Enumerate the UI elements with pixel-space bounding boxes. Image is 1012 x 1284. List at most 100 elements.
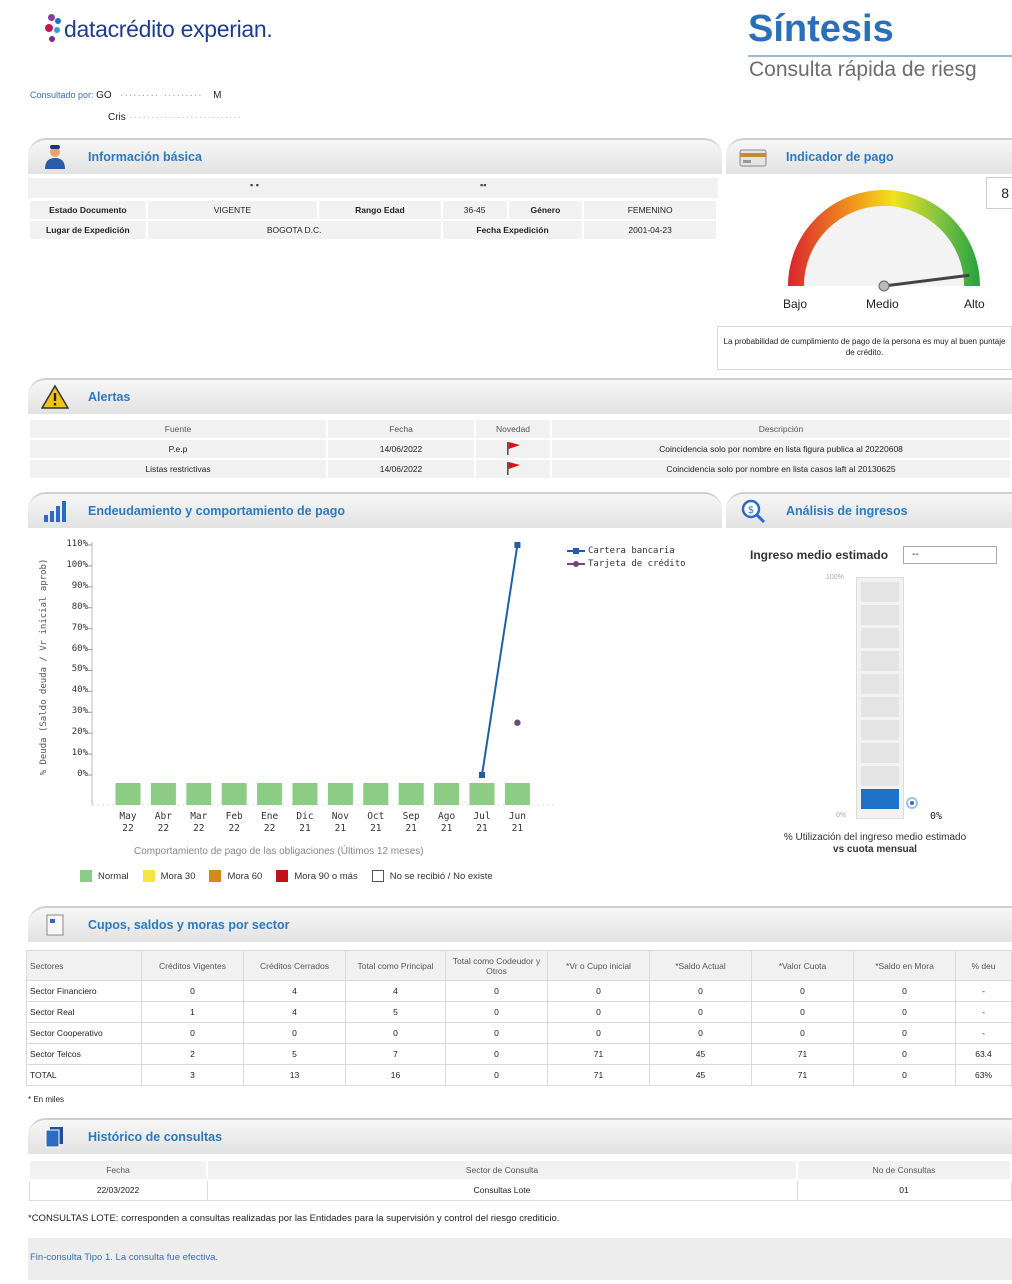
section-title: Indicador de pago bbox=[786, 150, 894, 164]
table-cell: 45 bbox=[649, 1043, 752, 1065]
table-row: Sector Cooperativo 0 0 0 0 0 0 0 0- bbox=[26, 1022, 1012, 1044]
table-cell: 0 bbox=[445, 1022, 548, 1044]
legend-item-cartera: Cartera bancaria bbox=[567, 546, 686, 556]
title-divider bbox=[748, 55, 1012, 57]
indicador-note: La probabilidad de cumplimiento de pago … bbox=[717, 326, 1012, 370]
x-tick-label: Dic 21 bbox=[296, 811, 314, 834]
meter-segment bbox=[861, 766, 899, 786]
table-cell: 71 bbox=[547, 1064, 650, 1086]
table-cell: - bbox=[955, 1001, 1012, 1023]
table-cell: - bbox=[955, 980, 1012, 1002]
historico-note: *CONSULTAS LOTE: corresponden a consulta… bbox=[28, 1213, 560, 1224]
meter-segment bbox=[861, 743, 899, 763]
table-cell: 0 bbox=[853, 1043, 956, 1065]
table-cell: 1 bbox=[141, 1001, 244, 1023]
table-row: TOTAL 3 13 16 0 71 45 71 0 63% bbox=[26, 1064, 1012, 1086]
series-point-tarjeta bbox=[514, 719, 521, 726]
table-cell: 4 bbox=[243, 980, 346, 1002]
x-tick-label: Oct 21 bbox=[367, 811, 385, 834]
table-header: Fecha bbox=[28, 1159, 208, 1181]
table-row: Sectores Créditos Vigentes Créditos Cerr… bbox=[26, 950, 1012, 981]
meter-bottom-label: 0% bbox=[836, 812, 847, 819]
table-cell: 4 bbox=[345, 980, 446, 1002]
table-cell: 0 bbox=[141, 980, 244, 1002]
table-cell: Sector Real bbox=[26, 1001, 142, 1023]
table-row: Sector Financiero 0 4 4 0 0 0 0 0- bbox=[26, 980, 1012, 1002]
legend-swatch bbox=[371, 870, 384, 882]
legend-mora60: Mora 60 bbox=[209, 870, 262, 882]
table-cell: 0 bbox=[751, 1001, 854, 1023]
legend-no-existe: No se recibió / No existe bbox=[371, 870, 493, 882]
series-point-cartera bbox=[514, 542, 521, 548]
meter-marker bbox=[906, 797, 918, 809]
table-cell: 5 bbox=[345, 1001, 446, 1023]
table-cell: 0 bbox=[547, 1022, 650, 1044]
table-header: Total como Codeudor y Otros bbox=[445, 950, 548, 981]
table-cell: 63.4 bbox=[955, 1043, 1012, 1065]
table-cell: 4 bbox=[243, 1001, 346, 1023]
historico-table: Fecha Sector de Consulta No de Consultas… bbox=[28, 1159, 1012, 1201]
meter-segment bbox=[861, 720, 899, 740]
table-cell: Consultas Lote bbox=[206, 1179, 798, 1201]
legend-label: Normal bbox=[98, 870, 129, 882]
behavior-cell bbox=[504, 783, 530, 805]
table-cell: 0 bbox=[141, 1022, 244, 1044]
section-title: Análisis de ingresos bbox=[786, 504, 908, 518]
table-header: Créditos Vigentes bbox=[141, 950, 244, 981]
table-cell: 0 bbox=[547, 1001, 650, 1023]
table-header: *Saldo en Mora bbox=[853, 950, 956, 981]
gauge-label-bajo: Bajo bbox=[783, 297, 808, 311]
table-header: No de Consultas bbox=[796, 1159, 1012, 1181]
table-cell: 0 bbox=[547, 980, 650, 1002]
table-cell: - bbox=[955, 1022, 1012, 1044]
table-row: 22/03/2022 Consultas Lote 01 bbox=[28, 1179, 1012, 1201]
legend-swatch bbox=[142, 870, 155, 882]
table-cell: 0 bbox=[751, 980, 854, 1002]
behavior-cell bbox=[115, 783, 141, 805]
page-title: Síntesis bbox=[748, 8, 894, 50]
section-historico: Histórico de consultas bbox=[28, 1118, 1012, 1154]
table-cell: TOTAL bbox=[26, 1064, 142, 1086]
table-cell: 0 bbox=[751, 1022, 854, 1044]
table-cell: 0 bbox=[649, 1022, 752, 1044]
payment-gauge bbox=[788, 190, 980, 292]
meter-top-label: 100% bbox=[826, 574, 844, 581]
income-meter bbox=[856, 577, 904, 819]
meter-caption-1: % Utilización del ingreso medio estimado bbox=[783, 832, 967, 843]
table-cell: 13 bbox=[243, 1064, 346, 1086]
legend-label: Mora 30 bbox=[160, 870, 196, 882]
x-tick-label: Nov 21 bbox=[331, 811, 349, 834]
end-message: Fin-consulta Tipo 1. La consulta fue efe… bbox=[28, 1238, 1012, 1280]
table-cell: 5 bbox=[243, 1043, 346, 1065]
legend-mora90: Mora 90 o más bbox=[276, 870, 358, 882]
table-header: % deu bbox=[955, 950, 1012, 981]
chart-legend: Cartera bancaria Tarjeta de crédito bbox=[567, 546, 686, 569]
page-subtitle: Consulta rápida de riesg bbox=[749, 58, 977, 81]
behavior-cell bbox=[398, 783, 424, 805]
series-line-cartera bbox=[481, 544, 519, 776]
legend-swatch bbox=[276, 870, 289, 882]
table-cell: 63% bbox=[955, 1064, 1012, 1086]
svg-text:$: $ bbox=[748, 505, 754, 516]
table-header: *Valor Cuota bbox=[751, 950, 854, 981]
legend-mora30: Mora 30 bbox=[142, 870, 196, 882]
legend-line-icon bbox=[567, 548, 585, 554]
table-cell: 0 bbox=[853, 980, 956, 1002]
behavior-cell bbox=[186, 783, 212, 805]
table-cell: 45 bbox=[649, 1064, 752, 1086]
x-tick-label: May 22 bbox=[119, 811, 137, 834]
meter-segment bbox=[861, 697, 899, 717]
behavior-cell bbox=[327, 783, 353, 805]
meter-segment bbox=[861, 628, 899, 648]
behavior-cell bbox=[150, 783, 176, 805]
table-header: Sectores bbox=[26, 950, 142, 981]
table-header: *Saldo Actual bbox=[649, 950, 752, 981]
table-cell: 0 bbox=[853, 1001, 956, 1023]
table-cell: 2 bbox=[141, 1043, 244, 1065]
table-cell: 0 bbox=[445, 1064, 548, 1086]
ingreso-label: Ingreso medio estimado bbox=[750, 548, 889, 562]
meter-segment bbox=[861, 605, 899, 625]
legend-label: Mora 60 bbox=[227, 870, 263, 882]
x-tick-label: Ago 21 bbox=[438, 811, 456, 834]
legend-swatch bbox=[209, 870, 222, 882]
